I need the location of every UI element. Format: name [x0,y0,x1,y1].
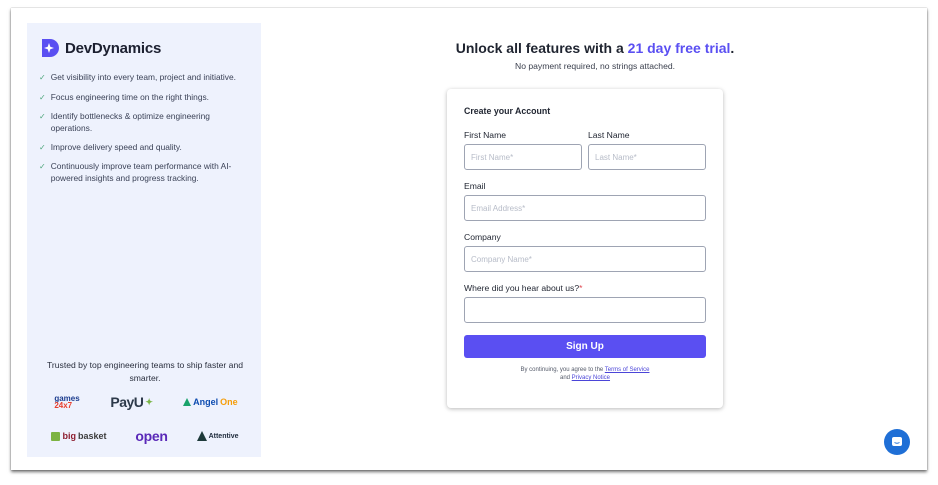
privacy-notice-link[interactable]: Privacy Notice [572,375,610,381]
email-input[interactable] [464,195,706,221]
terms-of-service-link[interactable]: Terms of Service [605,367,650,373]
attentive-logo: Attentive [196,431,239,441]
first-name-label: First Name [464,130,507,140]
list-item: ✓ Continuously improve team performance w… [39,160,249,184]
chat-bubble-icon [892,437,902,446]
trial-highlight: 21 day free trial [627,40,731,56]
list-item: ✓ Improve delivery speed and quality. [39,141,249,154]
angel-triangle-icon [183,398,192,406]
source-label: Where did you hear about us?* [464,283,583,293]
brand[interactable]: DevDynamics [39,38,161,58]
feature-text: Focus engineering time on the right thin… [50,91,209,102]
list-item: ✓ Identify bottlenecks & optimize enginee… [39,110,249,134]
app-window: DevDynamics ✓ Get visibility into every t… [11,8,927,470]
first-name-input[interactable] [464,144,582,170]
list-item: ✓ Get visibility into every team, project… [39,71,249,84]
sparkle-icon [42,39,59,57]
bigbasket-icon [51,431,61,441]
list-item: ✓ Focus engineering time on the right thi… [39,91,249,104]
check-icon: ✓ [39,142,46,152]
required-mark: * [579,283,583,293]
page-title: Unlock all features with a 21 day free t… [455,40,735,56]
company-input[interactable] [464,246,706,272]
sign-up-button[interactable]: Sign Up [464,335,706,358]
check-icon: ✓ [39,92,46,102]
company-label: Company [464,232,501,242]
signup-form: Create your Account First Name Last Name… [447,89,723,408]
feature-text: Continuously improve team performance wi… [50,161,232,183]
last-name-label: Last Name [588,130,630,140]
feature-text: Identify bottlenecks & optimize engineer… [50,111,210,133]
check-icon: ✓ [39,162,46,171]
games24x7-logo: games 24x7 [54,394,80,410]
attentive-icon [196,431,207,441]
last-name-input[interactable] [588,144,706,170]
email-label: Email [464,181,486,191]
chat-launcher-button[interactable] [884,429,910,455]
customer-logos-row-2: big basket open Attentive [37,428,253,444]
form-title: Create your Account [464,106,551,116]
payu-logo: PayU ✦ [110,394,153,410]
bigbasket-logo: big basket [51,431,106,441]
customer-logos-row-1: games 24x7 PayU ✦ Angel One [37,394,253,410]
check-icon: ✓ [39,112,46,121]
trusted-text: Trusted by top engineering teams to ship… [46,360,244,383]
feature-text: Get visibility into every team, project … [50,72,236,82]
angelone-logo: Angel One [183,397,238,407]
legal-notice: By continuing, you agree to the Terms of… [520,367,650,381]
check-icon: ✓ [39,73,46,82]
source-input[interactable] [464,297,706,323]
feature-panel: DevDynamics ✓ Get visibility into every t… [27,23,261,457]
page-subtitle: No payment required, no strings attached… [514,61,676,71]
brand-name: DevDynamics [65,39,162,57]
feature-text: Improve delivery speed and quality. [50,141,182,152]
feature-list: ✓ Get visibility into every team, project… [39,71,249,191]
open-logo: open [135,428,168,444]
